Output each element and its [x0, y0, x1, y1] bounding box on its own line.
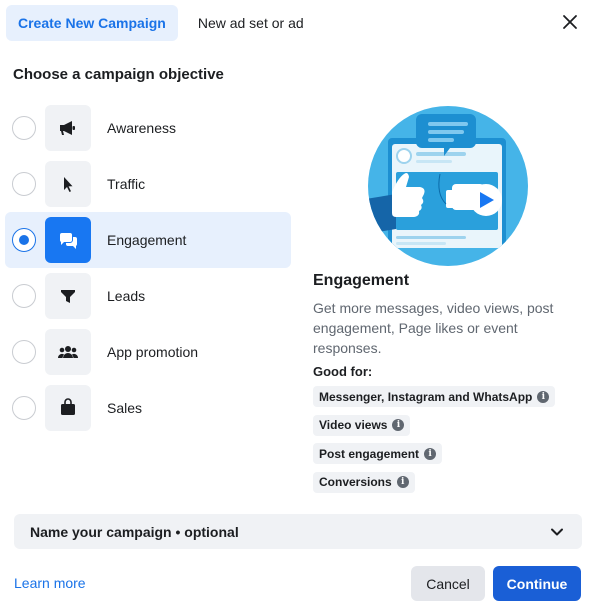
chevron-down-icon: [551, 528, 563, 536]
radio-button[interactable]: [12, 116, 36, 140]
chip-label: Messenger, Instagram and WhatsApp: [319, 389, 533, 404]
objective-label: Sales: [107, 400, 143, 416]
objective-list: Awareness Traffic Engagement Leads App p…: [5, 100, 291, 436]
chip-label: Video views: [319, 418, 388, 432]
radio-button[interactable]: [12, 172, 36, 196]
cursor-icon: [45, 161, 91, 207]
detail-description: Get more messages, video views, post eng…: [313, 300, 554, 356]
objective-detail-panel: Engagement Get more messages, video view…: [313, 272, 583, 500]
learn-more-link[interactable]: Learn more: [14, 575, 86, 591]
continue-button[interactable]: Continue: [493, 566, 581, 601]
objective-engagement[interactable]: Engagement: [5, 212, 291, 268]
info-icon[interactable]: i: [396, 476, 409, 488]
info-icon[interactable]: i: [392, 419, 405, 431]
megaphone-icon: [45, 105, 91, 151]
info-icon[interactable]: i: [424, 447, 437, 460]
chip-label: Conversions: [319, 475, 392, 489]
page-title: Choose a campaign objective: [13, 66, 224, 83]
tab-bar: Create New Campaign New ad set or ad: [6, 5, 316, 41]
shopping-bag-icon: [45, 385, 91, 431]
objective-sales[interactable]: Sales: [5, 380, 291, 436]
objective-awareness[interactable]: Awareness: [5, 100, 291, 156]
objective-app-promotion[interactable]: App promotion: [5, 324, 291, 380]
objective-label: App promotion: [107, 344, 199, 360]
good-for-label: Good for:: [313, 364, 373, 379]
cancel-button[interactable]: Cancel: [411, 566, 485, 601]
tab-create-new-campaign[interactable]: Create New Campaign: [6, 5, 178, 41]
funnel-icon: [45, 273, 91, 319]
good-for-chip: Video views i: [313, 414, 411, 436]
objective-label: Traffic: [107, 176, 146, 192]
good-for-chip: Messenger, Instagram and WhatsApp i: [313, 386, 556, 407]
radio-button[interactable]: [12, 284, 36, 308]
good-for-chip: Conversions i: [313, 471, 415, 493]
radio-button[interactable]: [12, 340, 36, 364]
objective-label: Awareness: [107, 120, 177, 136]
good-for-list: Messenger, Instagram and WhatsApp i Video…: [313, 386, 583, 500]
objective-traffic[interactable]: Traffic: [5, 156, 291, 212]
objective-label: Leads: [107, 288, 146, 304]
chip-label: Post engagement: [319, 446, 420, 461]
radio-button[interactable]: [12, 396, 36, 420]
detail-title: Engagement: [313, 272, 410, 289]
name-campaign-expander[interactable]: Name your campaign • optional: [14, 514, 582, 549]
radio-button[interactable]: [12, 228, 36, 252]
tab-new-ad-set-or-ad[interactable]: New ad set or ad: [186, 5, 316, 41]
people-icon: [45, 329, 91, 375]
engagement-illustration: [368, 106, 528, 266]
good-for-chip: Post engagement i: [313, 443, 443, 464]
chat-bubbles-icon: [45, 217, 91, 263]
objective-label: Engagement: [107, 232, 187, 248]
info-icon[interactable]: i: [537, 390, 550, 403]
close-icon[interactable]: [560, 12, 580, 32]
name-campaign-label: Name your campaign • optional: [30, 523, 239, 540]
objective-leads[interactable]: Leads: [5, 268, 291, 324]
